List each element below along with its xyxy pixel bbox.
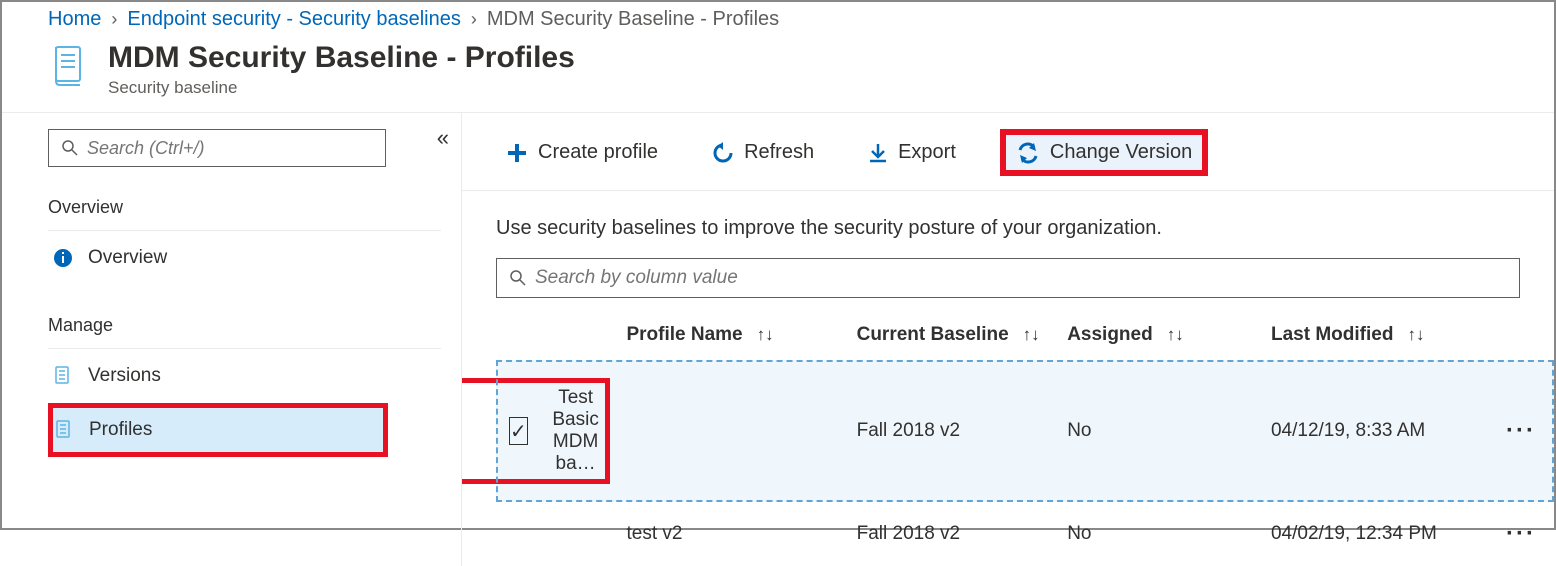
cell-modified: 04/02/19, 12:34 PM [1263, 502, 1498, 566]
column-header-modified[interactable]: Last Modified↑↓ [1263, 310, 1498, 360]
breadcrumb-home[interactable]: Home [48, 8, 101, 31]
table-row[interactable]: test v2 Fall 2018 v2 No 04/02/19, 12:34 … [496, 502, 1554, 566]
sidebar-item-overview[interactable]: Overview [48, 231, 441, 285]
plus-icon [506, 142, 528, 164]
sidebar-item-label: Profiles [89, 419, 152, 441]
table-row[interactable]: ✓ Test Basic MDM ba… Fall 2018 v2 No 04/… [496, 360, 1554, 502]
column-header-baseline[interactable]: Current Baseline↑↓ [849, 310, 1060, 360]
collapse-sidebar-icon[interactable]: « [437, 125, 449, 151]
refresh-button[interactable]: Refresh [702, 135, 824, 170]
cell-assigned: No [1059, 502, 1263, 566]
chevron-right-icon: › [111, 9, 117, 30]
document-icon [52, 365, 74, 387]
create-profile-button[interactable]: Create profile [496, 135, 668, 170]
sidebar-item-profiles[interactable]: Profiles [48, 403, 388, 457]
row-actions-button[interactable]: ··· [1498, 360, 1554, 502]
sidebar-search[interactable] [48, 129, 386, 167]
export-button[interactable]: Export [858, 135, 966, 170]
refresh-icon [712, 142, 734, 164]
toolbar-label: Create profile [538, 141, 658, 164]
sidebar-search-input[interactable] [79, 134, 385, 163]
search-icon [61, 139, 79, 157]
cell-modified: 04/12/19, 8:33 AM [1263, 360, 1498, 502]
column-header-assigned[interactable]: Assigned↑↓ [1059, 310, 1263, 360]
toolbar-label: Refresh [744, 141, 814, 164]
sync-icon [1016, 142, 1040, 164]
column-header-name[interactable]: Profile Name↑↓ [618, 310, 848, 360]
sort-icon: ↑↓ [1167, 325, 1184, 344]
info-icon [52, 248, 74, 268]
sidebar-item-label: Versions [88, 365, 161, 387]
sidebar-section-overview: Overview [48, 197, 441, 231]
row-actions-button[interactable]: ··· [1498, 502, 1554, 566]
table-search[interactable] [496, 258, 1520, 298]
download-icon [868, 142, 888, 164]
sidebar-item-versions[interactable]: Versions [48, 349, 441, 403]
sort-icon: ↑↓ [1407, 325, 1424, 344]
search-icon [509, 269, 527, 287]
breadcrumb: Home › Endpoint security - Security base… [2, 2, 1554, 41]
page-subtitle: Security baseline [108, 78, 575, 98]
sort-icon: ↑↓ [1023, 325, 1040, 344]
baseline-document-icon [48, 41, 92, 95]
profile-name: Test Basic MDM ba… [548, 387, 604, 475]
profile-name: test v2 [618, 502, 848, 566]
sidebar-section-manage: Manage [48, 315, 441, 349]
description-text: Use security baselines to improve the se… [462, 191, 1554, 258]
change-version-button[interactable]: Change Version [1006, 135, 1202, 170]
sidebar-item-label: Overview [88, 247, 167, 269]
cell-baseline: Fall 2018 v2 [849, 360, 1060, 502]
sort-icon: ↑↓ [757, 325, 774, 344]
toolbar-label: Export [898, 141, 956, 164]
profiles-table: Profile Name↑↓ Current Baseline↑↓ Assign… [496, 310, 1554, 566]
page-header: MDM Security Baseline - Profiles Securit… [2, 41, 1554, 112]
toolbar: Create profile Refresh Export [462, 121, 1554, 191]
change-version-highlight: Change Version [1000, 129, 1208, 176]
row-checkbox[interactable]: ✓ [509, 417, 528, 445]
breadcrumb-endpoint-security[interactable]: Endpoint security - Security baselines [127, 8, 461, 31]
table-search-input[interactable] [527, 263, 1519, 293]
document-icon [53, 419, 75, 441]
breadcrumb-current: MDM Security Baseline - Profiles [487, 8, 779, 31]
cell-assigned: No [1059, 360, 1263, 502]
sidebar: « Overview Overview Manage Versions Pr [2, 113, 462, 566]
toolbar-label: Change Version [1050, 141, 1192, 164]
cell-baseline: Fall 2018 v2 [849, 502, 1060, 566]
page-title: MDM Security Baseline - Profiles [108, 41, 575, 74]
main-panel: Create profile Refresh Export [462, 113, 1554, 566]
chevron-right-icon: › [471, 9, 477, 30]
